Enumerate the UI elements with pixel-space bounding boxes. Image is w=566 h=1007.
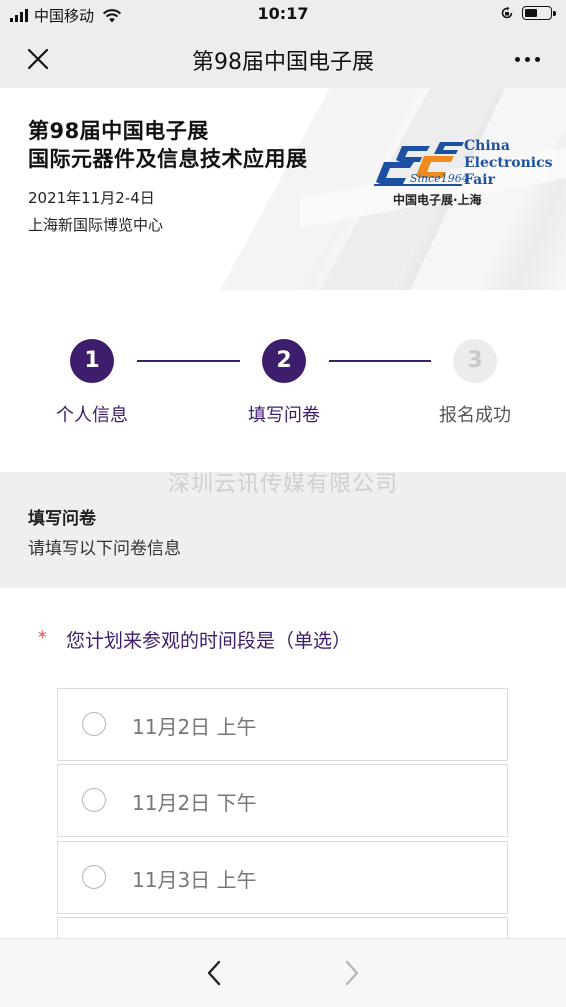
option-label: 11月2日 上午 — [132, 715, 257, 739]
event-venue: 上海新国际博览中心 — [28, 216, 164, 234]
required-mark: * — [38, 628, 47, 648]
chevron-left-icon[interactable] — [202, 959, 226, 987]
logo-chinese-text: 中国电子展·上海 — [393, 193, 482, 207]
section-subtitle: 请填写以下问卷信息 — [28, 539, 181, 559]
option-11-2-am[interactable]: 11月2日 上午 — [57, 688, 508, 761]
watermark: 深圳云讯传媒有限公司 — [167, 472, 398, 497]
option-label: 11月2日 下午 — [132, 791, 257, 815]
step-1-label: 个人信息 — [56, 405, 128, 426]
status-bar: 中国移动 10:17 — [0, 0, 566, 30]
battery-icon — [522, 6, 556, 20]
status-time: 10:17 — [257, 4, 309, 23]
step-2-label: 填写问卷 — [248, 405, 320, 426]
radio-button[interactable] — [82, 712, 106, 736]
chevron-right-icon[interactable] — [340, 959, 364, 987]
close-icon[interactable] — [26, 47, 50, 71]
logo-since-text: Since1964 — [410, 172, 469, 185]
question-text: 您计划来参观的时间段是（单选） — [66, 630, 352, 652]
event-banner: 第98届中国电子展 国际元器件及信息技术应用展 2021年11月2-4日 上海新… — [0, 88, 566, 290]
step-1-circle: 1 — [70, 339, 114, 383]
logo-english-text: China Electronics Fair — [464, 138, 553, 188]
bottom-toolbar — [0, 938, 566, 1007]
option-11-2-pm[interactable]: 11月2日 下午 — [57, 764, 508, 837]
step-2-circle: 2 — [262, 339, 306, 383]
radio-button[interactable] — [82, 865, 106, 889]
page-title: 第98届中国电子展 — [192, 50, 374, 75]
rotation-lock-icon — [501, 6, 513, 19]
radio-button[interactable] — [82, 788, 106, 812]
option-11-3-am[interactable]: 11月3日 上午 — [57, 841, 508, 914]
section-title: 填写问卷 — [28, 509, 96, 529]
banner-title-line2: 国际元器件及信息技术应用展 — [28, 147, 308, 171]
nav-bar: 第98届中国电子展 — [0, 30, 566, 88]
step-connector-1 — [137, 360, 240, 362]
event-date: 2021年11月2-4日 — [28, 189, 155, 207]
more-dots-icon[interactable] — [515, 57, 540, 62]
status-right — [500, 6, 556, 20]
banner-title-line1: 第98届中国电子展 — [28, 119, 209, 143]
option-label: 11月3日 上午 — [132, 868, 257, 892]
step-3-circle: 3 — [453, 339, 497, 383]
step-connector-2 — [329, 360, 431, 362]
step-3-label: 报名成功 — [439, 405, 511, 426]
